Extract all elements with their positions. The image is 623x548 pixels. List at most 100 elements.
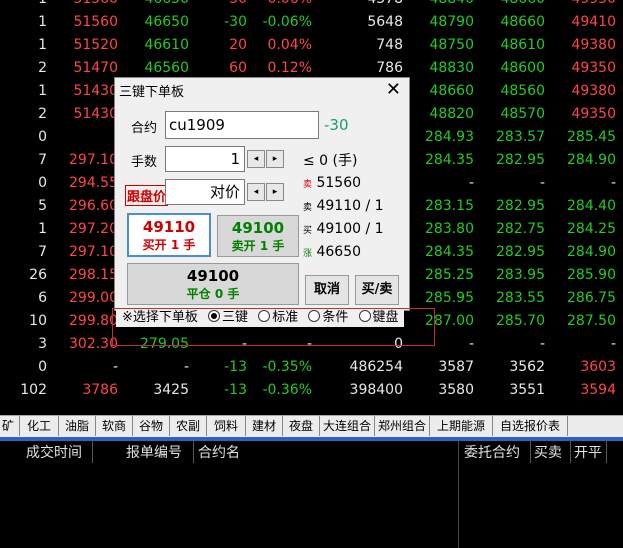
tab-6[interactable]: 饲料 <box>207 416 246 436</box>
column-separator <box>530 441 531 463</box>
col-header-contract[interactable]: 合约名 <box>198 443 240 463</box>
quote-cell: 299.00 <box>69 290 118 306</box>
quote-cell: 48560 <box>500 83 545 99</box>
col-header-entrust-contract[interactable]: 委托合约 <box>464 443 520 463</box>
price-type-input[interactable]: 对价 <box>165 179 245 205</box>
buy-sell-button[interactable]: 买/卖 <box>355 275 399 305</box>
buy-open-button[interactable]: 49110 买开 1 手 <box>127 213 211 257</box>
sell-open-label: 卖开 1 手 <box>231 239 285 253</box>
tab-3[interactable]: 软商 <box>96 416 133 436</box>
quantity-decrease-button[interactable]: ◂ <box>247 150 265 168</box>
quote-cell: 285.95 <box>425 290 474 306</box>
buy-quote-row: 买 49100 / 1 <box>303 221 384 237</box>
sell-open-button[interactable]: 49100 卖开 1 手 <box>217 215 299 257</box>
quote-cell: 49930 <box>571 0 616 11</box>
quote-cell: 51560 <box>73 0 118 11</box>
quote-cell: 284.90 <box>567 244 616 260</box>
col-header-open-close[interactable]: 开平 <box>574 443 602 463</box>
quote-cell: 4378 <box>367 0 403 11</box>
mode-standard[interactable]: 标准 <box>258 310 298 325</box>
sell-quote: 49110 / 1 <box>316 198 384 214</box>
quote-cell: 2 <box>38 106 47 122</box>
quote-cell: 299.80 <box>69 313 118 329</box>
close-icon[interactable]: ✕ <box>386 78 401 102</box>
sell-quote-icon: 卖 <box>303 203 313 213</box>
quote-cell: 284.25 <box>567 221 616 237</box>
radio-icon[interactable] <box>208 310 221 322</box>
orders-panel: 成交时间 报单编号 合约名 委托合约 买卖 开平 <box>0 441 623 548</box>
panel-divider[interactable] <box>458 441 459 548</box>
quote-cell: 5648 <box>367 14 403 30</box>
quote-cell: -0.06% <box>262 14 312 30</box>
column-separator <box>193 441 194 463</box>
quote-cell: 3603 <box>580 359 616 375</box>
quote-cell: 3562 <box>509 359 545 375</box>
radio-icon[interactable] <box>358 310 371 322</box>
quote-cell: 0 <box>38 359 47 375</box>
col-header-buy-sell[interactable]: 买卖 <box>534 443 562 463</box>
ask-price: 51560 <box>316 175 362 191</box>
quote-row[interactable]: 1 51520 46610 20 0.04% 748 48750 48610 49380 <box>0 34 623 57</box>
quote-row-partial[interactable]: 1 51560 46650 30 0.06% 4378 48840 48660 49930 <box>0 0 623 11</box>
buy-quote-icon: 买 <box>303 226 313 236</box>
quote-cell: 284.90 <box>567 152 616 168</box>
quote-cell: 298.15 <box>69 267 118 283</box>
price-decrease-button[interactable]: ◂ <box>247 183 265 201</box>
col-header-order-no[interactable]: 报单编号 <box>126 443 182 463</box>
quote-cell: 284.93 <box>425 129 474 145</box>
tab-11[interactable]: 上期能源 <box>430 416 493 436</box>
quote-cell: - <box>610 336 616 352</box>
quote-cell: 3425 <box>153 382 189 398</box>
quote-cell: 283.80 <box>425 221 474 237</box>
quote-cell: 282.75 <box>496 221 545 237</box>
quote-cell: 283.95 <box>496 267 545 283</box>
quote-cell: -30 <box>224 14 247 30</box>
quote-cell: 48660 <box>500 14 545 30</box>
tab-8[interactable]: 夜盘 <box>283 416 320 436</box>
order-board-mode-bar: ※选择下单板 三键 标准 条件 键盘 <box>116 309 404 327</box>
cancel-button[interactable]: 取消 <box>305 275 349 305</box>
quote-cell: 51430 <box>73 83 118 99</box>
quote-cell: - <box>539 175 545 191</box>
quote-cell: 20 <box>229 37 247 53</box>
close-position-button[interactable]: 49100 平仓 0 手 <box>127 263 299 305</box>
radio-icon[interactable] <box>308 310 321 322</box>
tab-2[interactable]: 油脂 <box>59 416 96 436</box>
quote-cell: 0.04% <box>267 37 312 53</box>
quote-cell: 3594 <box>580 382 616 398</box>
quantity-increase-button[interactable]: ▸ <box>266 150 284 168</box>
mode-three-key[interactable]: 三键 <box>208 310 248 325</box>
tab-4[interactable]: 谷物 <box>133 416 170 436</box>
quote-cell: 48610 <box>500 37 545 53</box>
radio-icon[interactable] <box>258 310 271 322</box>
quote-cell: 486254 <box>349 359 403 375</box>
sell-open-price: 49100 <box>231 219 285 237</box>
quote-row[interactable]: 1 51560 46650 -30 -0.06% 5648 48790 48660 49410 <box>0 11 623 34</box>
price-increase-button[interactable]: ▸ <box>266 183 284 201</box>
follow-price-label[interactable]: 跟盘价 <box>125 185 169 206</box>
tab-5[interactable]: 农副 <box>170 416 207 436</box>
tab-1[interactable]: 化工 <box>20 416 59 436</box>
quote-cell: 284.40 <box>567 198 616 214</box>
quantity-input[interactable]: 1 <box>165 146 245 172</box>
tab-7[interactable]: 建材 <box>246 416 283 436</box>
mode-keyboard[interactable]: 键盘 <box>358 310 399 325</box>
tab-9[interactable]: 大连组合 <box>320 416 375 436</box>
tab-10[interactable]: 郑州组合 <box>375 416 430 436</box>
tab-12[interactable]: 自选报价表 <box>493 416 568 436</box>
tab-0[interactable]: 矿产 <box>0 416 20 453</box>
quote-cell: 6 <box>38 290 47 306</box>
contract-input[interactable]: cu1909 <box>165 111 319 139</box>
quote-cell: 297.20 <box>69 221 118 237</box>
quote-row[interactable]: 102 3786 3425 -13 -0.36% 398400 3580 3551 3594 <box>0 379 623 402</box>
quote-cell: 51470 <box>73 60 118 76</box>
quote-cell: 285.45 <box>567 129 616 145</box>
quote-row[interactable]: 0 - - -13 -0.35% 486254 3587 3562 3603 <box>0 356 623 379</box>
mode-condition[interactable]: 条件 <box>308 310 348 325</box>
col-header-trade-time[interactable]: 成交时间 <box>26 443 82 463</box>
quote-cell: 3580 <box>438 382 474 398</box>
quote-cell: 7 <box>38 244 47 260</box>
quote-cell: 3551 <box>509 382 545 398</box>
quote-cell: 48660 <box>429 83 474 99</box>
quote-cell: - <box>183 359 189 375</box>
